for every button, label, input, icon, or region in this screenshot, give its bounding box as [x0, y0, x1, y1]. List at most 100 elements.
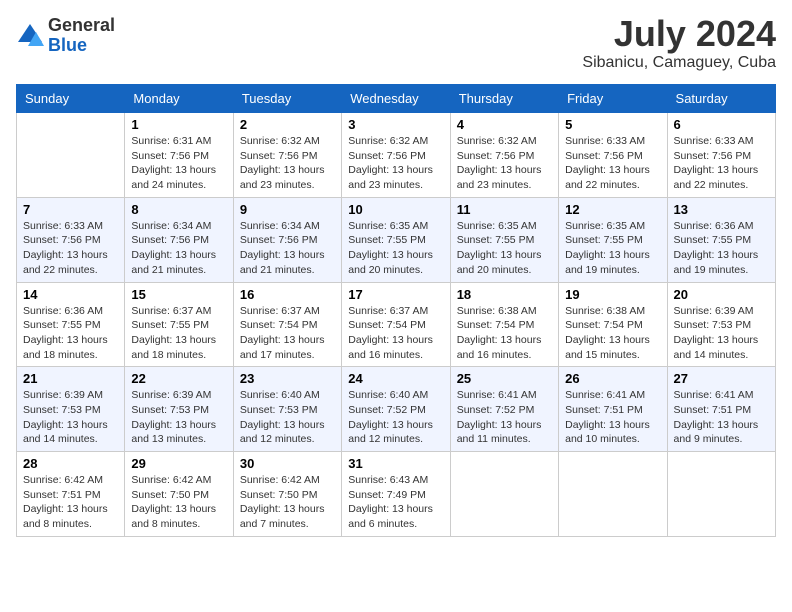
day-info: Sunrise: 6:38 AM Sunset: 7:54 PM Dayligh…	[457, 304, 552, 363]
day-number: 5	[565, 117, 660, 132]
day-info: Sunrise: 6:42 AM Sunset: 7:50 PM Dayligh…	[131, 473, 226, 532]
logo-text: General Blue	[48, 16, 115, 56]
day-number: 19	[565, 287, 660, 302]
calendar-cell	[17, 113, 125, 198]
calendar-cell: 3 Sunrise: 6:32 AM Sunset: 7:56 PM Daylig…	[342, 113, 450, 198]
day-info: Sunrise: 6:34 AM Sunset: 7:56 PM Dayligh…	[131, 219, 226, 278]
day-info: Sunrise: 6:37 AM Sunset: 7:54 PM Dayligh…	[348, 304, 443, 363]
header-cell-sunday: Sunday	[17, 85, 125, 113]
page-header: General Blue July 2024 Sibanicu, Camague…	[16, 16, 776, 72]
calendar-cell: 26 Sunrise: 6:41 AM Sunset: 7:51 PM Dayli…	[559, 367, 667, 452]
calendar-cell: 15 Sunrise: 6:37 AM Sunset: 7:55 PM Dayli…	[125, 282, 233, 367]
day-number: 26	[565, 371, 660, 386]
day-number: 17	[348, 287, 443, 302]
calendar-week-1: 1Sunrise: 6:31 AM Sunset: 7:56 PM Daylig…	[17, 113, 776, 198]
calendar-cell: 5Sunrise: 6:33 AM Sunset: 7:56 PM Daylig…	[559, 113, 667, 198]
day-info: Sunrise: 6:42 AM Sunset: 7:50 PM Dayligh…	[240, 473, 335, 532]
day-info: Sunrise: 6:37 AM Sunset: 7:55 PM Dayligh…	[131, 304, 226, 363]
header-cell-tuesday: Tuesday	[233, 85, 341, 113]
day-number: 21	[23, 371, 118, 386]
day-number: 20	[674, 287, 769, 302]
day-number: 8	[131, 202, 226, 217]
day-number: 28	[23, 456, 118, 471]
calendar-body: 1Sunrise: 6:31 AM Sunset: 7:56 PM Daylig…	[17, 113, 776, 537]
day-info: Sunrise: 6:35 AM Sunset: 7:55 PM Dayligh…	[348, 219, 443, 278]
calendar-cell	[450, 452, 558, 537]
calendar-cell: 6 Sunrise: 6:33 AM Sunset: 7:56 PM Daylig…	[667, 113, 775, 198]
day-number: 9	[240, 202, 335, 217]
day-info: Sunrise: 6:33 AM Sunset: 7:56 PM Dayligh…	[674, 134, 769, 193]
calendar-cell: 24Sunrise: 6:40 AM Sunset: 7:52 PM Dayli…	[342, 367, 450, 452]
day-info: Sunrise: 6:36 AM Sunset: 7:55 PM Dayligh…	[23, 304, 118, 363]
day-number: 23	[240, 371, 335, 386]
header-row: SundayMondayTuesdayWednesdayThursdayFrid…	[17, 85, 776, 113]
header-cell-thursday: Thursday	[450, 85, 558, 113]
calendar-cell: 9 Sunrise: 6:34 AM Sunset: 7:56 PM Daylig…	[233, 197, 341, 282]
calendar-cell: 7 Sunrise: 6:33 AM Sunset: 7:56 PM Daylig…	[17, 197, 125, 282]
day-info: Sunrise: 6:41 AM Sunset: 7:51 PM Dayligh…	[674, 388, 769, 447]
day-info: Sunrise: 6:36 AM Sunset: 7:55 PM Dayligh…	[674, 219, 769, 278]
header-cell-monday: Monday	[125, 85, 233, 113]
calendar-cell: 23Sunrise: 6:40 AM Sunset: 7:53 PM Dayli…	[233, 367, 341, 452]
day-info: Sunrise: 6:34 AM Sunset: 7:56 PM Dayligh…	[240, 219, 335, 278]
day-number: 27	[674, 371, 769, 386]
calendar-cell: 22Sunrise: 6:39 AM Sunset: 7:53 PM Dayli…	[125, 367, 233, 452]
calendar-cell: 25Sunrise: 6:41 AM Sunset: 7:52 PM Dayli…	[450, 367, 558, 452]
day-info: Sunrise: 6:43 AM Sunset: 7:49 PM Dayligh…	[348, 473, 443, 532]
day-info: Sunrise: 6:39 AM Sunset: 7:53 PM Dayligh…	[674, 304, 769, 363]
logo-blue: Blue	[48, 36, 115, 56]
calendar-cell: 17 Sunrise: 6:37 AM Sunset: 7:54 PM Dayli…	[342, 282, 450, 367]
calendar-cell	[667, 452, 775, 537]
month-year-title: July 2024	[582, 16, 776, 52]
calendar-cell: 2Sunrise: 6:32 AM Sunset: 7:56 PM Daylig…	[233, 113, 341, 198]
calendar-cell: 13 Sunrise: 6:36 AM Sunset: 7:55 PM Dayli…	[667, 197, 775, 282]
calendar-cell: 20 Sunrise: 6:39 AM Sunset: 7:53 PM Dayli…	[667, 282, 775, 367]
day-number: 25	[457, 371, 552, 386]
day-number: 7	[23, 202, 118, 217]
day-number: 10	[348, 202, 443, 217]
day-info: Sunrise: 6:38 AM Sunset: 7:54 PM Dayligh…	[565, 304, 660, 363]
day-info: Sunrise: 6:41 AM Sunset: 7:51 PM Dayligh…	[565, 388, 660, 447]
calendar-cell: 12Sunrise: 6:35 AM Sunset: 7:55 PM Dayli…	[559, 197, 667, 282]
day-info: Sunrise: 6:39 AM Sunset: 7:53 PM Dayligh…	[131, 388, 226, 447]
header-cell-wednesday: Wednesday	[342, 85, 450, 113]
calendar-cell: 28 Sunrise: 6:42 AM Sunset: 7:51 PM Dayli…	[17, 452, 125, 537]
calendar-cell: 10 Sunrise: 6:35 AM Sunset: 7:55 PM Dayli…	[342, 197, 450, 282]
day-info: Sunrise: 6:35 AM Sunset: 7:55 PM Dayligh…	[457, 219, 552, 278]
calendar-header: SundayMondayTuesdayWednesdayThursdayFrid…	[17, 85, 776, 113]
day-number: 13	[674, 202, 769, 217]
day-info: Sunrise: 6:33 AM Sunset: 7:56 PM Dayligh…	[23, 219, 118, 278]
calendar-cell: 4 Sunrise: 6:32 AM Sunset: 7:56 PM Daylig…	[450, 113, 558, 198]
logo: General Blue	[16, 16, 115, 56]
day-number: 30	[240, 456, 335, 471]
day-number: 31	[348, 456, 443, 471]
day-number: 29	[131, 456, 226, 471]
day-number: 3	[348, 117, 443, 132]
day-number: 1	[131, 117, 226, 132]
calendar-cell: 1Sunrise: 6:31 AM Sunset: 7:56 PM Daylig…	[125, 113, 233, 198]
day-number: 14	[23, 287, 118, 302]
day-info: Sunrise: 6:42 AM Sunset: 7:51 PM Dayligh…	[23, 473, 118, 532]
calendar-cell: 11Sunrise: 6:35 AM Sunset: 7:55 PM Dayli…	[450, 197, 558, 282]
day-number: 18	[457, 287, 552, 302]
day-info: Sunrise: 6:32 AM Sunset: 7:56 PM Dayligh…	[348, 134, 443, 193]
calendar-cell: 27 Sunrise: 6:41 AM Sunset: 7:51 PM Dayli…	[667, 367, 775, 452]
day-number: 15	[131, 287, 226, 302]
day-number: 4	[457, 117, 552, 132]
logo-icon	[16, 22, 44, 50]
day-number: 6	[674, 117, 769, 132]
header-cell-saturday: Saturday	[667, 85, 775, 113]
calendar-cell: 31 Sunrise: 6:43 AM Sunset: 7:49 PM Dayli…	[342, 452, 450, 537]
day-number: 16	[240, 287, 335, 302]
day-info: Sunrise: 6:37 AM Sunset: 7:54 PM Dayligh…	[240, 304, 335, 363]
location-subtitle: Sibanicu, Camaguey, Cuba	[582, 54, 776, 72]
calendar-cell: 18 Sunrise: 6:38 AM Sunset: 7:54 PM Dayli…	[450, 282, 558, 367]
header-cell-friday: Friday	[559, 85, 667, 113]
calendar-week-2: 7 Sunrise: 6:33 AM Sunset: 7:56 PM Daylig…	[17, 197, 776, 282]
calendar-cell: 8 Sunrise: 6:34 AM Sunset: 7:56 PM Daylig…	[125, 197, 233, 282]
day-number: 12	[565, 202, 660, 217]
logo-general: General	[48, 16, 115, 36]
day-info: Sunrise: 6:32 AM Sunset: 7:56 PM Dayligh…	[457, 134, 552, 193]
calendar-cell: 21Sunrise: 6:39 AM Sunset: 7:53 PM Dayli…	[17, 367, 125, 452]
calendar-cell: 16 Sunrise: 6:37 AM Sunset: 7:54 PM Dayli…	[233, 282, 341, 367]
